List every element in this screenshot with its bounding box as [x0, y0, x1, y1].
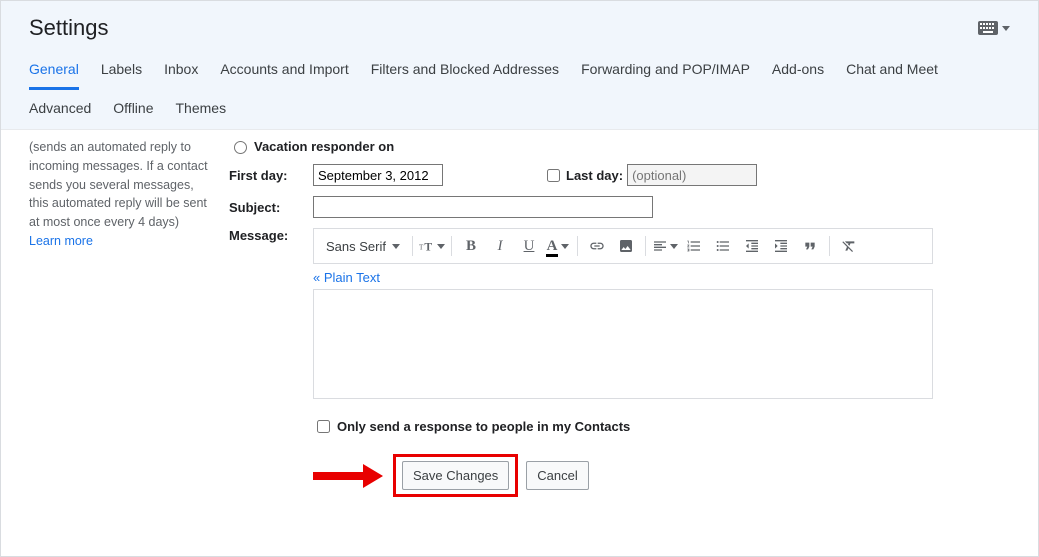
numbered-list-icon [686, 238, 702, 254]
font-family-select[interactable]: Sans Serif [320, 237, 406, 256]
learn-more-link[interactable]: Learn more [29, 234, 93, 248]
settings-tabs: General Labels Inbox Accounts and Import Fil… [1, 51, 1038, 129]
chevron-down-icon [670, 244, 678, 249]
numbered-list-button[interactable] [681, 233, 707, 259]
page-title: Settings [29, 15, 109, 41]
bold-button[interactable]: B [458, 233, 484, 259]
vacation-on-radio[interactable] [234, 141, 247, 154]
keyboard-icon [978, 21, 998, 35]
font-size-icon: TT [419, 239, 435, 253]
last-day-label: Last day: [566, 168, 623, 183]
editor-toolbar: Sans Serif TT B I U A [313, 228, 933, 264]
save-changes-button[interactable]: Save Changes [402, 461, 509, 490]
italic-icon: I [497, 238, 502, 255]
italic-button[interactable]: I [487, 233, 513, 259]
tab-general[interactable]: General [29, 51, 79, 90]
first-day-label: First day: [229, 168, 313, 183]
bulleted-list-button[interactable] [710, 233, 736, 259]
contacts-only-label: Only send a response to people in my Con… [337, 419, 630, 434]
chevron-down-icon [437, 244, 445, 249]
bold-icon: B [466, 238, 476, 255]
tab-labels[interactable]: Labels [101, 51, 142, 90]
input-tools-button[interactable] [978, 21, 1010, 35]
font-size-button[interactable]: TT [419, 233, 445, 259]
last-day-input[interactable] [627, 164, 757, 186]
align-icon [652, 238, 668, 254]
svg-text:T: T [424, 241, 432, 253]
tab-accounts-and-import[interactable]: Accounts and Import [220, 51, 348, 90]
indent-less-button[interactable] [739, 233, 765, 259]
first-day-input[interactable] [313, 164, 443, 186]
contacts-only-checkbox[interactable] [317, 420, 330, 433]
text-color-button[interactable]: A [545, 233, 571, 259]
text-color-icon: A [547, 238, 558, 255]
plain-text-link[interactable]: « Plain Text [313, 270, 380, 285]
message-editor[interactable] [313, 289, 933, 399]
underline-icon: U [524, 238, 535, 255]
clear-formatting-icon [841, 238, 857, 254]
clear-formatting-button[interactable] [836, 233, 862, 259]
link-icon [589, 238, 605, 254]
annotation-arrow [313, 467, 383, 485]
indent-more-button[interactable] [768, 233, 794, 259]
tab-offline[interactable]: Offline [113, 90, 153, 129]
image-icon [618, 238, 634, 254]
tab-forwarding-and-pop-imap[interactable]: Forwarding and POP/IMAP [581, 51, 750, 90]
link-button[interactable] [584, 233, 610, 259]
subject-label: Subject: [229, 200, 313, 215]
message-label: Message: [229, 228, 313, 243]
chevron-down-icon [392, 244, 400, 249]
last-day-checkbox[interactable] [547, 169, 560, 182]
align-button[interactable] [652, 233, 678, 259]
tab-add-ons[interactable]: Add-ons [772, 51, 824, 90]
cancel-button[interactable]: Cancel [526, 461, 588, 490]
vacation-on-label: Vacation responder on [254, 139, 394, 154]
bulleted-list-icon [715, 238, 731, 254]
annotation-highlight: Save Changes [393, 454, 518, 497]
indent-less-icon [744, 238, 760, 254]
chevron-down-icon [561, 244, 569, 249]
tab-advanced[interactable]: Advanced [29, 90, 91, 129]
indent-more-icon [773, 238, 789, 254]
tab-inbox[interactable]: Inbox [164, 51, 198, 90]
font-family-label: Sans Serif [326, 239, 386, 254]
tab-chat-and-meet[interactable]: Chat and Meet [846, 51, 938, 90]
subject-input[interactable] [313, 196, 653, 218]
chevron-down-icon [1002, 26, 1010, 31]
tab-filters-and-blocked-addresses[interactable]: Filters and Blocked Addresses [371, 51, 559, 90]
quote-icon [802, 238, 818, 254]
svg-text:T: T [419, 244, 424, 252]
underline-button[interactable]: U [516, 233, 542, 259]
image-button[interactable] [613, 233, 639, 259]
vacation-help-text: (sends an automated reply to incoming me… [29, 138, 215, 232]
tab-themes[interactable]: Themes [176, 90, 227, 129]
quote-button[interactable] [797, 233, 823, 259]
